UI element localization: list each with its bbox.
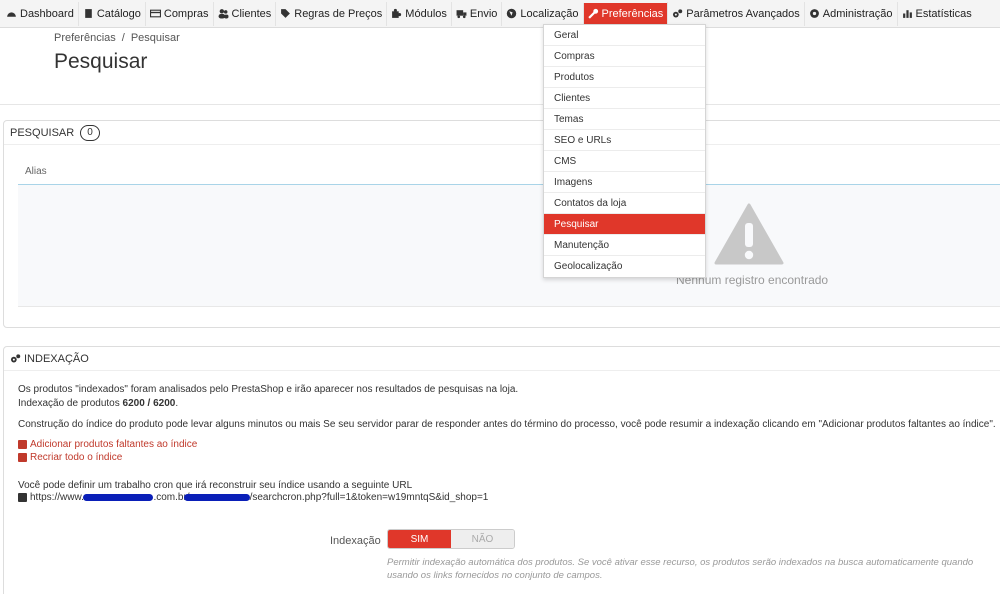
- nav-item-clientes[interactable]: Clientes: [212, 1, 276, 26]
- indexation-panel: INDEXAÇÃO Os produtos "indexados" foram …: [3, 346, 1000, 594]
- breadcrumb-item: Pesquisar: [130, 32, 180, 44]
- switch-yes[interactable]: SIM: [388, 530, 451, 548]
- nav-label: Catálogo: [96, 7, 141, 20]
- credit-card-icon: [149, 9, 161, 18]
- gear-icon: [809, 9, 819, 18]
- panel-title: INDEXAÇÃO: [24, 352, 89, 365]
- breadcrumb-separator: /: [121, 32, 125, 44]
- menu-item-geolocalizacao[interactable]: Geolocalização: [544, 256, 705, 277]
- nav-item-dashboard[interactable]: Dashboard: [2, 2, 78, 26]
- menu-item-contatos-loja[interactable]: Contatos da loja: [544, 193, 705, 214]
- nav-item-localizacao[interactable]: Localização: [501, 1, 582, 26]
- redaction-mark: [183, 494, 250, 501]
- table-header: Alias: [18, 161, 1000, 185]
- link-label: Recriar todo o índice: [30, 452, 123, 463]
- index-progress-suffix: .: [175, 398, 179, 409]
- index-note: Construção do índice do produto pode lev…: [18, 419, 996, 430]
- nav-label: Preferências: [601, 7, 664, 20]
- nav-label: Estatísticas: [915, 7, 972, 20]
- nav-item-compras[interactable]: Compras: [144, 1, 213, 26]
- link-label: Adicionar produtos faltantes ao índice: [30, 439, 198, 450]
- nav-label: Parâmetros Avançados: [686, 7, 800, 20]
- index-progress: Indexação de produtos 6200 / 6200.: [18, 397, 178, 410]
- index-progress-value: 6200 / 6200: [122, 398, 176, 409]
- count-badge: 0: [80, 124, 100, 141]
- external-link-icon: [18, 440, 27, 449]
- page-title: Pesquisar: [54, 50, 148, 73]
- users-icon: [218, 9, 228, 19]
- menu-item-cms[interactable]: CMS: [544, 151, 705, 172]
- wrench-icon: [587, 8, 598, 19]
- menu-item-imagens[interactable]: Imagens: [544, 172, 705, 193]
- nav-label: Dashboard: [20, 7, 74, 20]
- menu-item-seo-urls[interactable]: SEO e URLs: [544, 130, 705, 151]
- header-divider: [0, 104, 1000, 105]
- nav-label: Envio: [469, 7, 498, 20]
- breadcrumb: Preferências / Pesquisar: [54, 32, 180, 44]
- external-link-icon: [18, 493, 27, 502]
- switch-no[interactable]: NÃO: [451, 530, 514, 548]
- nav-label: Módulos: [405, 7, 447, 20]
- preferences-dropdown: Geral Compras Produtos Clientes Temas SE…: [543, 24, 706, 278]
- bar-chart-icon: [902, 10, 912, 18]
- nav-label: Administração: [822, 7, 893, 20]
- nav-item-estatisticas[interactable]: Estatísticas: [896, 1, 976, 26]
- nav-item-administracao[interactable]: Administração: [803, 1, 897, 26]
- menu-item-geral[interactable]: Geral: [544, 25, 705, 46]
- table-empty-area: [18, 185, 1000, 307]
- nav-item-preferencias[interactable]: Preferências: [582, 2, 668, 25]
- panel-title: PESQUISAR: [10, 126, 75, 139]
- nav-label: Regras de Preços: [294, 7, 383, 20]
- search-panel: PESQUISAR 0 Alias Nenhum registro encont…: [3, 120, 1000, 328]
- globe-icon: [507, 8, 517, 19]
- menu-item-manutencao[interactable]: Manutenção: [544, 235, 705, 256]
- rebuild-index-link[interactable]: Recriar todo o índice: [18, 451, 122, 464]
- warning-icon: [714, 203, 784, 265]
- cogs-icon: [673, 9, 683, 18]
- nav-item-parametros-avancados[interactable]: Parâmetros Avançados: [667, 1, 804, 26]
- menu-item-clientes[interactable]: Clientes: [544, 88, 705, 109]
- menu-item-pesquisar[interactable]: Pesquisar: [544, 214, 705, 235]
- nav-item-modulos[interactable]: Módulos: [386, 1, 451, 26]
- truck-icon: [456, 10, 467, 19]
- nav-item-regras-precos[interactable]: Regras de Preços: [275, 1, 386, 26]
- panel-heading: INDEXAÇÃO: [4, 347, 1000, 371]
- indexation-switch[interactable]: SIM NÃO: [387, 529, 515, 549]
- cron-url-link[interactable]: https://www.a .com.br/ /searchcron.php?f…: [18, 491, 488, 504]
- menu-item-temas[interactable]: Temas: [544, 109, 705, 130]
- menu-item-produtos[interactable]: Produtos: [544, 67, 705, 88]
- tag-icon: [281, 9, 291, 18]
- external-link-icon: [18, 453, 27, 462]
- panel-heading: PESQUISAR 0: [4, 121, 1000, 145]
- nav-label: Clientes: [231, 7, 272, 20]
- cogs-icon: [10, 354, 21, 363]
- help-text: Permitir indexação automática dos produt…: [387, 557, 974, 581]
- dashboard-icon: [7, 12, 16, 17]
- redaction-mark: [83, 494, 154, 501]
- book-icon: [85, 9, 92, 18]
- url-part: /searchcron.php?full=1&token=w19mntqS&id…: [249, 492, 489, 503]
- nav-item-catalogo[interactable]: Catálogo: [77, 1, 145, 26]
- breadcrumb-item[interactable]: Preferências: [54, 32, 116, 44]
- url-part: https://www.a: [30, 492, 90, 503]
- index-progress-prefix: Indexação de produtos: [18, 398, 123, 409]
- nav-item-envio[interactable]: Envio: [450, 1, 502, 26]
- nav-label: Compras: [163, 7, 209, 20]
- column-alias[interactable]: Alias: [25, 166, 47, 177]
- puzzle-icon: [392, 8, 402, 18]
- index-description: Os produtos "indexados" foram analisados…: [18, 384, 519, 395]
- nav-label: Localização: [520, 7, 579, 20]
- top-nav: Dashboard Catálogo Compras Clientes Regr…: [0, 0, 1000, 28]
- menu-item-compras[interactable]: Compras: [544, 46, 705, 67]
- add-missing-link[interactable]: Adicionar produtos faltantes ao índice: [18, 438, 197, 451]
- indexation-field-label: Indexação: [330, 535, 381, 547]
